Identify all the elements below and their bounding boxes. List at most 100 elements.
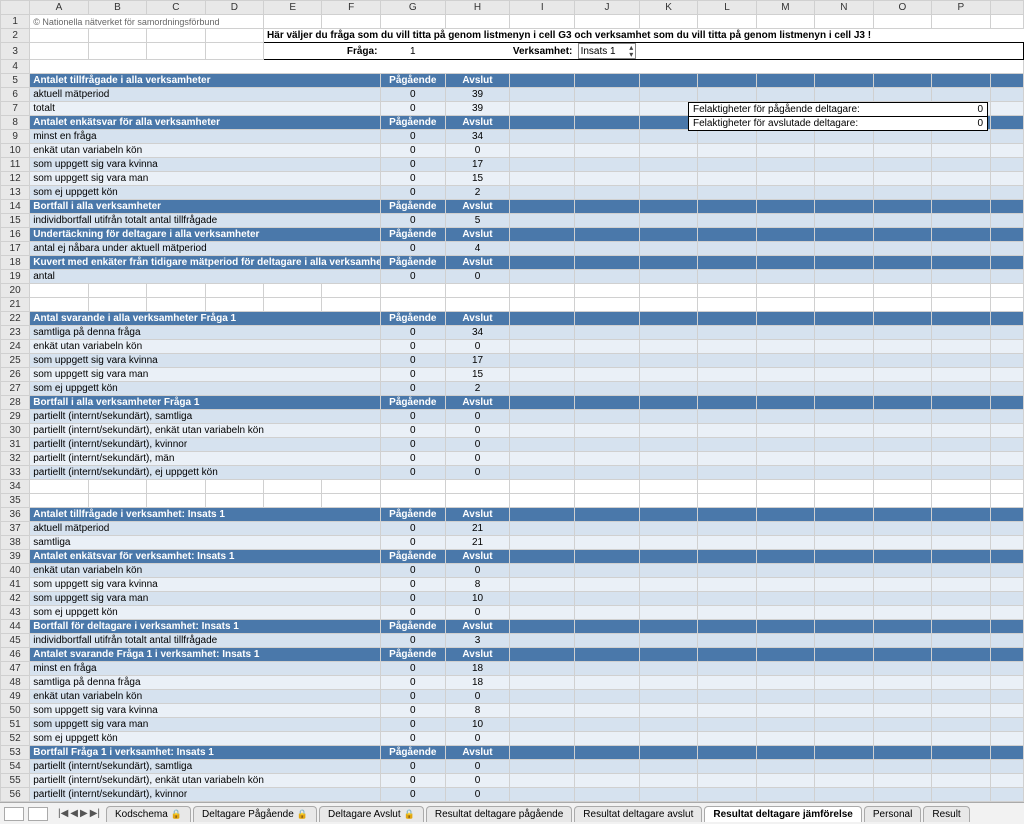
col-header[interactable]: G xyxy=(380,1,445,15)
row-header[interactable]: 48 xyxy=(1,676,30,690)
row[interactable]: 5Antalet tillfrågade i alla verksamheter… xyxy=(1,74,1024,88)
row[interactable]: 28Bortfall i alla verksamheter Fråga 1På… xyxy=(1,396,1024,410)
row[interactable]: 37aktuell mätperiod021 xyxy=(1,522,1024,536)
row-header[interactable]: 51 xyxy=(1,718,30,732)
select-all-corner[interactable] xyxy=(1,1,30,15)
row-header[interactable]: 9 xyxy=(1,130,30,144)
row[interactable]: 11som uppgett sig vara kvinna017 xyxy=(1,158,1024,172)
row-header[interactable]: 36 xyxy=(1,508,30,522)
row-header[interactable]: 3 xyxy=(1,43,30,60)
row[interactable]: 56partiellt (internt/sekundärt), kvinnor… xyxy=(1,788,1024,802)
sheet-tab[interactable]: Result xyxy=(923,806,969,822)
row-header[interactable]: 52 xyxy=(1,732,30,746)
row-header[interactable]: 47 xyxy=(1,662,30,676)
sheet-tab[interactable]: Resultat deltagare jämförelse xyxy=(704,806,862,822)
row[interactable]: 21 xyxy=(1,298,1024,312)
row-header[interactable]: 7 xyxy=(1,102,30,116)
row-header[interactable]: 21 xyxy=(1,298,30,312)
sheet-tab[interactable]: Kodschema🔒 xyxy=(106,806,191,822)
row[interactable]: 40enkät utan variabeln kön00 xyxy=(1,564,1024,578)
row-header[interactable]: 26 xyxy=(1,368,30,382)
row-header[interactable]: 24 xyxy=(1,340,30,354)
col-header[interactable]: L xyxy=(698,1,756,15)
row[interactable]: 38samtliga021 xyxy=(1,536,1024,550)
row[interactable]: 32partiellt (internt/sekundärt), män00 xyxy=(1,452,1024,466)
col-header[interactable] xyxy=(990,1,1023,15)
row-header[interactable]: 17 xyxy=(1,242,30,256)
row[interactable]: 35 xyxy=(1,494,1024,508)
col-header[interactable]: K xyxy=(639,1,697,15)
row-header[interactable]: 44 xyxy=(1,620,30,634)
row-header[interactable]: 42 xyxy=(1,592,30,606)
row[interactable]: 10enkät utan variabeln kön00 xyxy=(1,144,1024,158)
row[interactable]: 19antal00 xyxy=(1,270,1024,284)
row-header[interactable]: 13 xyxy=(1,186,30,200)
view-layout-icon[interactable] xyxy=(28,807,48,821)
tab-next-icon[interactable]: ▶ xyxy=(80,808,88,819)
col-header[interactable]: B xyxy=(88,1,146,15)
row[interactable]: 22Antal svarande i alla verksamheter Frå… xyxy=(1,312,1024,326)
row[interactable]: 43som ej uppgett kön00 xyxy=(1,606,1024,620)
row[interactable]: 9minst en fråga034 xyxy=(1,130,1024,144)
row[interactable]: 48samtliga på denna fråga018 xyxy=(1,676,1024,690)
row[interactable]: 41som uppgett sig vara kvinna08 xyxy=(1,578,1024,592)
col-header[interactable]: H xyxy=(445,1,510,15)
row-header[interactable]: 29 xyxy=(1,410,30,424)
row[interactable]: 36Antalet tillfrågade i verksamhet: Insa… xyxy=(1,508,1024,522)
row[interactable]: 49enkät utan variabeln kön00 xyxy=(1,690,1024,704)
row[interactable]: 33partiellt (internt/sekundärt), ej uppg… xyxy=(1,466,1024,480)
row-header[interactable]: 19 xyxy=(1,270,30,284)
col-header[interactable]: J xyxy=(575,1,640,15)
row[interactable]: 30partiellt (internt/sekundärt), enkät u… xyxy=(1,424,1024,438)
row-header[interactable]: 34 xyxy=(1,480,30,494)
row[interactable]: 15individbortfall utifrån totalt antal t… xyxy=(1,214,1024,228)
row-header[interactable]: 54 xyxy=(1,760,30,774)
row[interactable]: 20 xyxy=(1,284,1024,298)
tab-prev-icon[interactable]: ◀ xyxy=(70,808,78,819)
row-header[interactable]: 50 xyxy=(1,704,30,718)
row-header[interactable]: 11 xyxy=(1,158,30,172)
row[interactable]: 26som uppgett sig vara man015 xyxy=(1,368,1024,382)
row-header[interactable]: 6 xyxy=(1,88,30,102)
view-normal-icon[interactable] xyxy=(4,807,24,821)
fraga-value-cell[interactable]: 1 xyxy=(380,43,445,60)
row-header[interactable]: 31 xyxy=(1,438,30,452)
row-header[interactable]: 41 xyxy=(1,578,30,592)
row-header[interactable]: 16 xyxy=(1,228,30,242)
row[interactable]: 46Antalet svarande Fråga 1 i verksamhet:… xyxy=(1,648,1024,662)
row-header[interactable]: 28 xyxy=(1,396,30,410)
row[interactable]: 42som uppgett sig vara man010 xyxy=(1,592,1024,606)
row[interactable]: 47minst en fråga018 xyxy=(1,662,1024,676)
row[interactable]: 4 xyxy=(1,60,1024,74)
row[interactable]: 14Bortfall i alla verksamheterPågåendeAv… xyxy=(1,200,1024,214)
row[interactable]: 25som uppgett sig vara kvinna017 xyxy=(1,354,1024,368)
row-header[interactable]: 33 xyxy=(1,466,30,480)
row[interactable]: 45individbortfall utifrån totalt antal t… xyxy=(1,634,1024,648)
col-header[interactable]: O xyxy=(873,1,931,15)
row-header[interactable]: 23 xyxy=(1,326,30,340)
row[interactable]: 27som ej uppgett kön02 xyxy=(1,382,1024,396)
row[interactable]: 6aktuell mätperiod039 xyxy=(1,88,1024,102)
row-header[interactable]: 43 xyxy=(1,606,30,620)
row-header[interactable]: 25 xyxy=(1,354,30,368)
row-header[interactable]: 49 xyxy=(1,690,30,704)
col-header[interactable]: N xyxy=(815,1,873,15)
row-header[interactable]: 1 xyxy=(1,15,30,29)
row[interactable]: 55partiellt (internt/sekundärt), enkät u… xyxy=(1,774,1024,788)
tab-last-icon[interactable]: ▶| xyxy=(90,808,100,819)
row[interactable]: 51som uppgett sig vara man010 xyxy=(1,718,1024,732)
row[interactable]: 50som uppgett sig vara kvinna08 xyxy=(1,704,1024,718)
row[interactable]: 23samtliga på denna fråga034 xyxy=(1,326,1024,340)
row-header[interactable]: 14 xyxy=(1,200,30,214)
row-header[interactable]: 22 xyxy=(1,312,30,326)
sheet-tab[interactable]: Deltagare Avslut🔒 xyxy=(319,806,424,822)
row-header[interactable]: 53 xyxy=(1,746,30,760)
col-header[interactable]: M xyxy=(756,1,814,15)
row[interactable]: 17antal ej nåbara under aktuell mätperio… xyxy=(1,242,1024,256)
verksamhet-dropdown[interactable]: Insats 1▴▾ xyxy=(575,43,640,60)
row-header[interactable]: 10 xyxy=(1,144,30,158)
col-header[interactable]: E xyxy=(264,1,322,15)
row[interactable]: 54partiellt (internt/sekundärt), samtlig… xyxy=(1,760,1024,774)
sheet-tab[interactable]: Resultat deltagare pågående xyxy=(426,806,572,822)
row[interactable]: 31partiellt (internt/sekundärt), kvinnor… xyxy=(1,438,1024,452)
